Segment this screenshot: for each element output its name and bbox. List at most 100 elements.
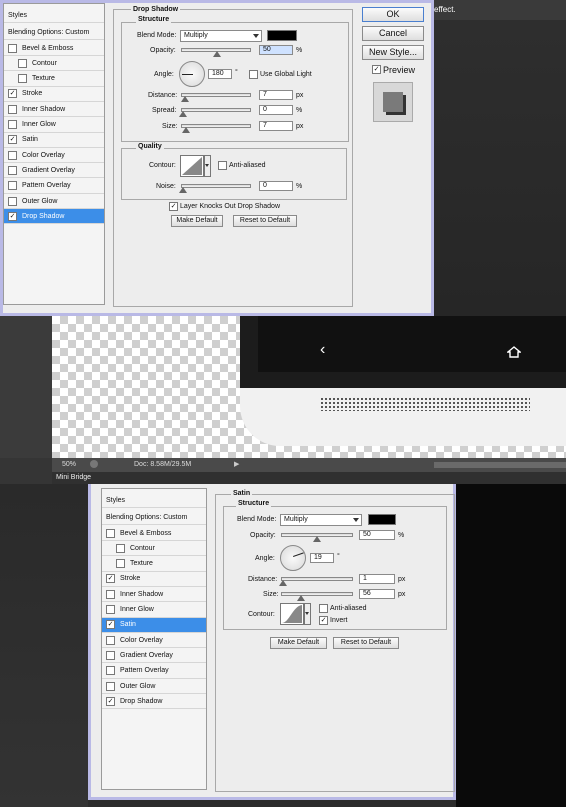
checkmark-icon[interactable]: ✓ <box>106 574 115 584</box>
distance-slider-thumb[interactable] <box>181 96 189 102</box>
style-item-inner-glow[interactable]: Inner Glow <box>102 603 206 618</box>
shadow-color-swatch[interactable] <box>267 30 297 41</box>
noise-slider-thumb[interactable] <box>179 187 187 193</box>
styles-header[interactable]: Styles <box>4 8 104 23</box>
make-default-button-2[interactable]: Make Default <box>270 637 327 649</box>
noise-input[interactable]: 0 <box>259 181 293 191</box>
style-item-stroke[interactable]: ✓ Stroke <box>102 572 206 587</box>
checkmark-icon[interactable]: ✓ <box>106 696 115 706</box>
style-item-texture[interactable]: Texture <box>4 72 104 87</box>
spread-slider-thumb[interactable] <box>179 111 187 117</box>
ok-button[interactable]: OK <box>362 7 424 22</box>
style-item-checkbox[interactable] <box>8 120 17 129</box>
new-style-button[interactable]: New Style... <box>362 45 424 60</box>
opacity-slider-thumb[interactable] <box>213 51 221 57</box>
styles-header-2[interactable]: Styles <box>102 493 206 508</box>
style-item-checkbox[interactable] <box>116 543 125 553</box>
style-item-checkbox[interactable] <box>106 635 115 645</box>
checkmark-icon[interactable]: ✓ <box>8 135 17 145</box>
style-item-satin[interactable]: ✓ Satin <box>102 617 206 633</box>
angle-dial-icon[interactable] <box>280 545 306 571</box>
blending-options-2[interactable]: Blending Options: Custom <box>102 510 206 525</box>
size-slider-2[interactable] <box>281 592 353 596</box>
angle-input[interactable]: 180 <box>208 69 232 79</box>
size-input[interactable]: 7 <box>259 121 293 131</box>
anti-aliased-label[interactable]: Anti-aliased <box>229 162 266 169</box>
style-item-checkbox[interactable] <box>106 589 115 599</box>
style-item-contour[interactable]: Contour <box>102 541 206 557</box>
style-item-checkbox[interactable] <box>106 681 115 691</box>
preview-label[interactable]: Preview <box>383 65 415 75</box>
opacity-input[interactable]: 50 <box>259 45 293 55</box>
style-item-bevel-emboss[interactable]: Bevel & Emboss <box>102 526 206 541</box>
style-item-color-overlay[interactable]: Color Overlay <box>4 148 104 164</box>
angle-input-2[interactable]: 19 <box>310 553 334 563</box>
reset-to-default-button-2[interactable]: Reset to Default <box>333 637 399 649</box>
use-global-light-checkbox[interactable] <box>249 70 258 79</box>
style-item-checkbox[interactable] <box>106 650 115 660</box>
size-slider[interactable] <box>181 124 251 128</box>
anti-aliased-label-2[interactable]: Anti-aliased <box>330 605 367 612</box>
style-item-checkbox[interactable] <box>106 528 115 538</box>
satin-color-swatch[interactable] <box>368 514 396 525</box>
anti-aliased-checkbox-2[interactable] <box>319 604 328 613</box>
style-item-inner-shadow[interactable]: Inner Shadow <box>102 587 206 603</box>
size-slider-thumb[interactable] <box>182 127 190 133</box>
distance-slider-thumb-2[interactable] <box>279 580 287 586</box>
angle-dial-icon[interactable] <box>179 61 205 87</box>
style-item-outer-glow[interactable]: Outer Glow <box>102 679 206 694</box>
style-item-gradient-overlay[interactable]: Gradient Overlay <box>102 648 206 664</box>
opacity-input-2[interactable]: 50 <box>359 530 395 540</box>
style-item-checkbox[interactable] <box>18 58 27 68</box>
contour-curve-icon[interactable] <box>180 155 204 177</box>
invert-checkbox[interactable]: ✓ <box>319 616 328 625</box>
contour-curve-icon[interactable] <box>280 603 304 625</box>
cancel-button[interactable]: Cancel <box>362 26 424 41</box>
style-item-checkbox[interactable] <box>8 104 17 114</box>
noise-slider[interactable] <box>181 184 251 188</box>
checkmark-icon[interactable]: ✓ <box>8 89 17 99</box>
style-item-checkbox[interactable] <box>8 165 17 175</box>
style-item-checkbox[interactable] <box>18 74 27 84</box>
distance-input-2[interactable]: 1 <box>359 574 395 584</box>
blend-mode-select-2[interactable]: Multiply <box>280 514 362 526</box>
blend-mode-select[interactable]: Multiply <box>180 30 262 42</box>
size-input-2[interactable]: 56 <box>359 589 395 599</box>
make-default-button[interactable]: Make Default <box>171 215 223 227</box>
style-item-gradient-overlay[interactable]: Gradient Overlay <box>4 163 104 179</box>
style-item-inner-shadow[interactable]: Inner Shadow <box>4 102 104 118</box>
use-global-light-label[interactable]: Use Global Light <box>260 71 312 78</box>
style-item-drop-shadow[interactable]: ✓ Drop Shadow <box>4 209 104 225</box>
zoom-level[interactable]: 50% <box>62 461 76 468</box>
size-slider-thumb-2[interactable] <box>297 595 305 601</box>
invert-label[interactable]: Invert <box>330 617 348 624</box>
style-item-drop-shadow[interactable]: ✓ Drop Shadow <box>102 694 206 710</box>
style-item-checkbox[interactable] <box>8 43 17 53</box>
reset-to-default-button[interactable]: Reset to Default <box>233 215 297 227</box>
mini-bridge-tab[interactable]: Mini Bridge <box>56 474 91 481</box>
style-item-checkbox[interactable] <box>106 666 115 676</box>
distance-input[interactable]: 7 <box>259 90 293 100</box>
style-item-outer-glow[interactable]: Outer Glow <box>4 194 104 209</box>
style-item-bevel-emboss[interactable]: Bevel & Emboss <box>4 41 104 56</box>
style-item-checkbox[interactable] <box>106 605 115 614</box>
style-item-stroke[interactable]: ✓ Stroke <box>4 87 104 102</box>
preview-checkbox[interactable]: ✓ <box>372 65 381 74</box>
spread-input[interactable]: 0 <box>259 105 293 115</box>
style-item-satin[interactable]: ✓ Satin <box>4 133 104 148</box>
style-item-pattern-overlay[interactable]: Pattern Overlay <box>4 179 104 194</box>
horizontal-scrollbar[interactable] <box>434 462 566 468</box>
style-item-pattern-overlay[interactable]: Pattern Overlay <box>102 664 206 679</box>
contour-dropdown-button[interactable] <box>204 155 211 177</box>
blending-options[interactable]: Blending Options: Custom <box>4 25 104 40</box>
layer-knocks-out-checkbox[interactable]: ✓ <box>169 202 178 211</box>
distance-slider-2[interactable] <box>281 577 353 581</box>
style-item-checkbox[interactable] <box>8 150 17 160</box>
style-item-color-overlay[interactable]: Color Overlay <box>102 633 206 649</box>
opacity-slider-thumb-2[interactable] <box>313 536 321 542</box>
contour-dropdown-button-2[interactable] <box>304 603 311 625</box>
style-item-checkbox[interactable] <box>8 196 17 206</box>
style-item-checkbox[interactable] <box>8 181 17 191</box>
style-item-texture[interactable]: Texture <box>102 557 206 572</box>
status-arrow-icon[interactable]: ▶ <box>234 460 239 468</box>
